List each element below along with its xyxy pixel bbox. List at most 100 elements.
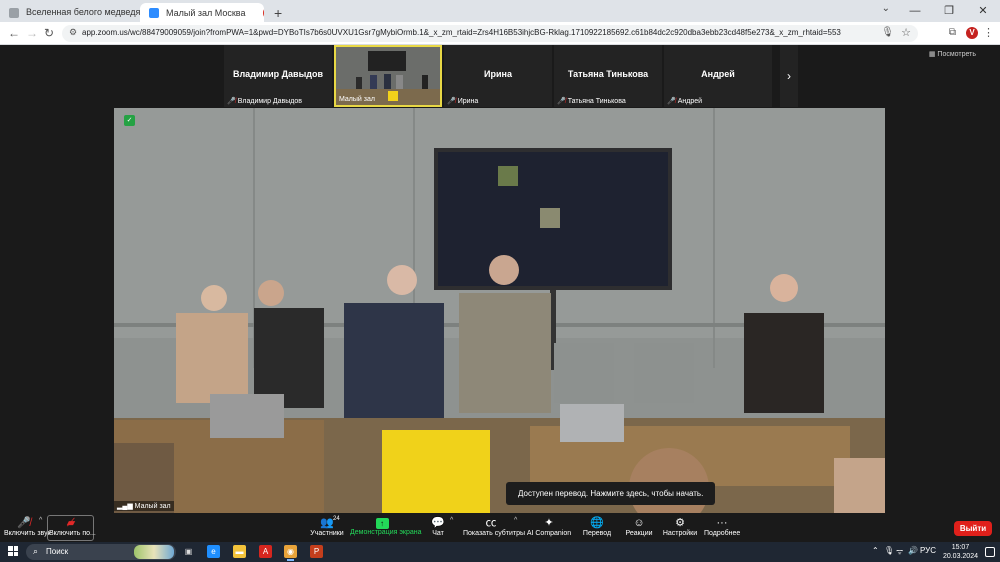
gear-icon: ⚙ <box>675 517 685 529</box>
view-button[interactable]: ▦ Посмотреть <box>929 50 976 58</box>
participant-tile-active[interactable]: Малый зал <box>334 45 442 107</box>
tray-chevron-icon[interactable]: ⌃ <box>872 546 879 555</box>
participant-label: Андрей <box>677 98 703 105</box>
url-text: app.zoom.us/wc/88479009059/join?fromPWA=… <box>82 28 841 37</box>
conference-room-video <box>114 108 885 513</box>
profile-avatar[interactable]: V <box>966 27 978 39</box>
clock-time: 15:07 <box>951 544 970 551</box>
participant-label: Владимир Давыдов <box>237 98 303 105</box>
translation-button[interactable]: 🌐 Перевод <box>582 515 612 542</box>
settings-button[interactable]: ⚙ Настройки <box>662 515 698 542</box>
more-label: Подробнее <box>704 530 741 537</box>
windows-taskbar: ⌕ Поиск ▣ e ▬ A ◉ P ⌃ 🎙 ᯤ 🔊 РУС 15:07 20… <box>0 542 1000 562</box>
captions-label: Показать субтитры <box>463 530 526 537</box>
taskbar-search[interactable]: ⌕ Поиск <box>26 544 176 560</box>
microphone-icon[interactable]: 🎙 <box>881 27 894 38</box>
notifications-icon[interactable] <box>985 547 995 557</box>
share-screen-icon: ↑ <box>375 518 389 529</box>
back-icon[interactable]: ← <box>8 26 20 40</box>
address-bar-row: ← → ↻ ⚙ app.zoom.us/wc/88479009059/join?… <box>0 22 1000 45</box>
edge-icon[interactable]: e <box>207 545 220 558</box>
new-tab-button[interactable]: + <box>264 3 292 22</box>
tab-zoom-meeting[interactable]: Малый зал Москва ✕ <box>140 3 264 22</box>
close-window-icon[interactable]: ✕ <box>966 0 1000 22</box>
muted-mic-icon: 🎤̸ <box>667 98 676 105</box>
chat-options-caret-icon[interactable]: ^ <box>450 517 453 524</box>
reactions-button[interactable]: ☺ Реакции <box>624 515 654 542</box>
bookmark-star-icon[interactable]: ☆ <box>901 26 911 39</box>
reload-icon[interactable]: ↻ <box>44 26 54 40</box>
chat-button[interactable]: 💬 Чат <box>425 515 451 542</box>
unmute-button[interactable]: 🎤̸ Включить звук <box>4 515 51 542</box>
powerpoint-icon[interactable]: P <box>310 545 323 558</box>
participants-count: 24 <box>333 516 340 522</box>
search-highlight-image <box>134 545 174 559</box>
captions-options-caret-icon[interactable]: ^ <box>514 517 517 524</box>
tab-title: Малый зал Москва <box>166 7 246 18</box>
ai-companion-label: AI Companion <box>526 530 572 537</box>
screen: Вселенная белого медведя - 📋 ✕ Малый зал… <box>0 0 1000 562</box>
file-explorer-icon[interactable]: ▬ <box>233 545 246 558</box>
tab-search-icon[interactable]: ⌄ <box>882 3 890 14</box>
signal-icon: ▂▄▆ <box>117 503 135 510</box>
unmute-label: Включить звук <box>4 530 51 537</box>
tab-title: Вселенная белого медведя - 📋 <box>26 7 140 17</box>
sparkle-icon: ✦ <box>544 517 554 529</box>
translation-label: Перевод <box>582 530 612 537</box>
volume-icon[interactable]: 🔊 <box>908 546 918 555</box>
forward-icon[interactable]: → <box>26 26 38 40</box>
wifi-icon[interactable]: ᯤ <box>896 546 903 557</box>
zoom-meeting: Владимир Давыдов 🎤̸ Владимир Давыдов Малы… <box>0 45 1000 515</box>
participant-label: Татьяна Тинькова <box>567 98 626 105</box>
main-video[interactable]: ✓ ▂▄▆ Малый зал Доступен перевод. Нажмит… <box>114 108 885 513</box>
encryption-shield-icon[interactable]: ✓ <box>124 115 135 126</box>
muted-mic-icon: 🎤̸ <box>17 517 31 529</box>
chat-label: Чат <box>432 530 444 537</box>
chat-icon: 💬 <box>431 517 445 529</box>
task-view-icon[interactable]: ▣ <box>182 545 195 558</box>
muted-mic-icon: 🎤̸ <box>447 98 456 105</box>
browser-menu-icon[interactable]: ⋮ <box>983 26 994 39</box>
window-controls: — ❐ ✕ <box>898 0 1000 22</box>
keyboard-language[interactable]: РУС <box>920 546 936 555</box>
more-button[interactable]: ··· Подробнее <box>704 515 740 542</box>
gallery-next-icon[interactable]: › <box>780 45 798 107</box>
chrome-icon[interactable]: ◉ <box>284 545 297 561</box>
video-label: ▂▄▆ Малый зал <box>114 501 174 511</box>
page-icon <box>9 8 19 18</box>
more-dots-icon: ··· <box>716 517 728 529</box>
acrobat-icon[interactable]: A <box>259 545 272 558</box>
share-screen-label: Демонстрация экрана <box>350 529 422 536</box>
participant-tile[interactable]: Ирина 🎤̸ Ирина <box>444 45 552 107</box>
windows-start-icon[interactable] <box>8 546 18 556</box>
participant-tile[interactable]: Андрей 🎤̸ Андрей <box>664 45 772 107</box>
minimize-icon[interactable]: — <box>898 0 932 22</box>
video-off-icon: ▰̸ <box>66 517 76 529</box>
participant-tile[interactable]: Владимир Давыдов 🎤̸ Владимир Давыдов <box>224 45 332 107</box>
restore-icon[interactable]: ❐ <box>932 0 966 22</box>
audio-options-caret-icon[interactable]: ^ <box>39 517 42 524</box>
participant-name: Татьяна Тинькова <box>567 69 649 79</box>
clock-date: 20.03.2024 <box>942 553 978 560</box>
captions-button[interactable]: ㏄ Показать субтитры <box>463 515 526 542</box>
search-icon: ⌕ <box>33 546 39 556</box>
start-video-button[interactable]: ▰̸ Включить по... <box>49 515 96 542</box>
site-info-icon[interactable]: ⚙ <box>69 27 77 38</box>
zoom-icon <box>149 8 159 18</box>
tray-microphone-icon[interactable]: 🎙 <box>884 546 894 555</box>
globe-icon: 🌐 <box>590 517 604 529</box>
url-field[interactable]: ⚙ app.zoom.us/wc/88479009059/join?fromPW… <box>62 25 918 42</box>
translation-toast[interactable]: Доступен перевод. Нажмите здесь, чтобы н… <box>506 482 716 505</box>
start-video-label: Включить по... <box>49 530 96 537</box>
leave-button[interactable]: Выйти <box>954 521 992 536</box>
ai-companion-button[interactable]: ✦ AI Companion <box>525 515 573 542</box>
extensions-icon[interactable]: ⧉ <box>949 27 956 38</box>
browser-tab-strip: Вселенная белого медведя - 📋 ✕ Малый зал… <box>0 0 1000 22</box>
reactions-label: Реакции <box>625 530 653 537</box>
participant-tile[interactable]: Татьяна Тинькова 🎤̸ Татьяна Тинькова <box>554 45 662 107</box>
smiley-icon: ☺ <box>633 517 645 529</box>
recording-icon <box>263 8 264 17</box>
share-screen-button[interactable]: ↑ Демонстрация экрана <box>350 515 422 542</box>
clock[interactable]: 15:07 20.03.2024 <box>943 543 978 561</box>
tab-universe-bear[interactable]: Вселенная белого медведя - 📋 ✕ <box>0 3 140 22</box>
